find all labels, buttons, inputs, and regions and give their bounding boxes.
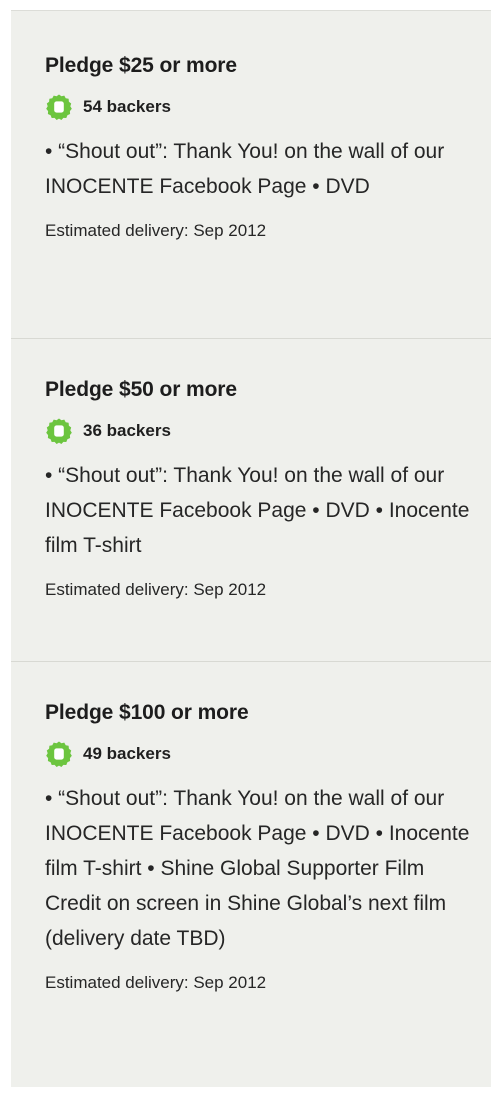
reward-description: • “Shout out”: Thank You! on the wall of… [45,787,470,950]
tier-title: Pledge $100 or more [45,701,249,724]
backer-badge-icon [46,94,72,120]
backers-count: 49 backers [45,740,491,768]
backers-label: 49 backers [83,744,171,763]
reward-tier-25[interactable]: Pledge $25 or more 54 backers • “Shout o… [11,11,491,338]
reward-description: • “Shout out”: Thank You! on the wall of… [45,464,470,557]
estimated-delivery: Estimated delivery: Sep 2012 [45,973,267,992]
reward-tier-50[interactable]: Pledge $50 or more 36 backers • “Shout o… [11,338,491,661]
backers-label: 54 backers [83,97,171,116]
backers-count: 36 backers [45,417,491,445]
backer-badge-icon [46,418,72,444]
reward-description: • “Shout out”: Thank You! on the wall of… [45,140,445,198]
estimated-delivery: Estimated delivery: Sep 2012 [45,580,267,599]
reward-tiers-panel: Pledge $25 or more 54 backers • “Shout o… [11,10,491,1087]
backer-badge-icon [46,741,72,767]
tier-title: Pledge $25 or more [45,54,237,77]
estimated-delivery: Estimated delivery: Sep 2012 [45,221,267,240]
tier-title: Pledge $50 or more [45,378,237,401]
reward-tier-100[interactable]: Pledge $100 or more 49 backers • “Shout … [11,661,491,1085]
backers-count: 54 backers [45,93,491,121]
backers-label: 36 backers [83,421,171,440]
